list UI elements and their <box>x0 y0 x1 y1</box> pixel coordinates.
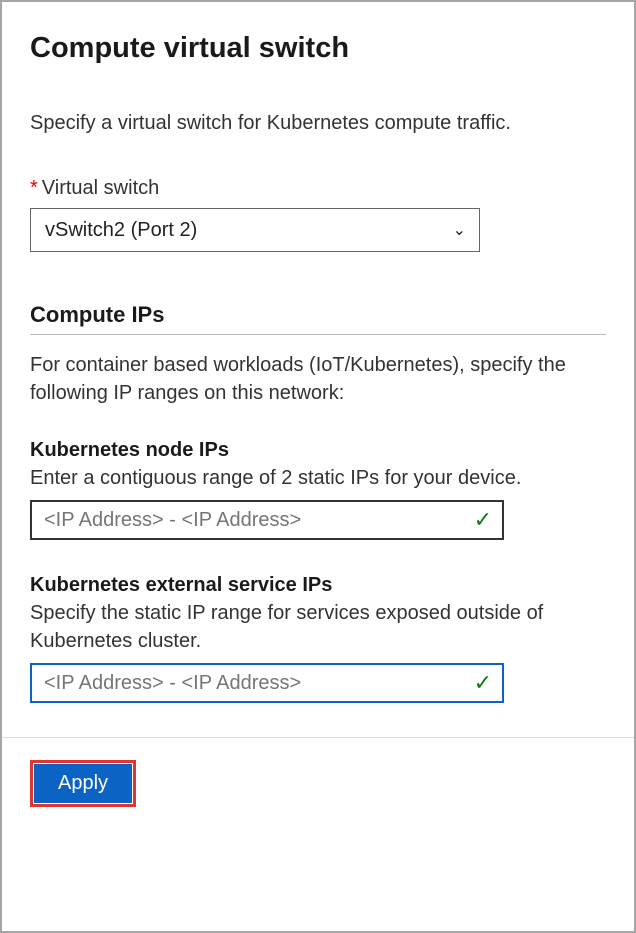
service-ips-desc: Specify the static IP range for services… <box>30 599 606 655</box>
virtual-switch-label: *Virtual switch <box>30 177 606 200</box>
required-asterisk: * <box>30 177 38 199</box>
page-subtitle: Specify a virtual switch for Kubernetes … <box>30 109 606 137</box>
service-ips-title: Kubernetes external service IPs <box>30 574 606 597</box>
virtual-switch-selected-value: vSwitch2 (Port 2) <box>45 219 197 242</box>
virtual-switch-select[interactable]: vSwitch2 (Port 2) ⌄ <box>30 208 480 252</box>
node-ips-title: Kubernetes node IPs <box>30 439 606 462</box>
apply-button-highlight: Apply <box>30 760 136 807</box>
node-ips-desc: Enter a contiguous range of 2 static IPs… <box>30 464 606 492</box>
node-ips-input[interactable] <box>30 500 504 540</box>
apply-button[interactable]: Apply <box>34 764 132 803</box>
service-ips-input[interactable] <box>30 663 504 703</box>
footer-divider <box>2 737 634 738</box>
page-title: Compute virtual switch <box>30 32 606 65</box>
compute-ips-heading: Compute IPs <box>30 302 606 335</box>
compute-ips-desc: For container based workloads (IoT/Kuber… <box>30 351 606 407</box>
virtual-switch-label-text: Virtual switch <box>42 177 159 199</box>
